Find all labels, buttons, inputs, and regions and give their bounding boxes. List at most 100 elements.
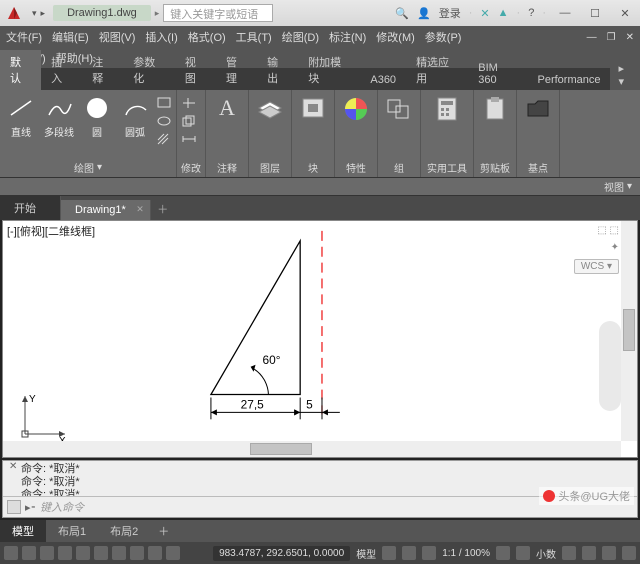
panel-label-block[interactable]: 块 <box>308 160 318 175</box>
sb-icon-f[interactable] <box>582 546 596 560</box>
panel-label-group[interactable]: 组 <box>394 160 404 175</box>
sb-trans-icon[interactable] <box>148 546 162 560</box>
ribbon-tab-featured[interactable]: 精选应用 <box>406 50 468 90</box>
menu-insert[interactable]: 插入(I) <box>145 29 177 45</box>
panel-label-layer[interactable]: 图层 <box>260 160 280 175</box>
layout-tab-1[interactable]: 布局1 <box>46 520 98 542</box>
doc-minimize-button[interactable]: — <box>587 32 597 43</box>
sb-menu-icon[interactable] <box>622 546 636 560</box>
draw-extra-tools[interactable] <box>156 94 172 146</box>
menu-edit[interactable]: 编辑(E) <box>52 29 89 45</box>
layout-tab-2[interactable]: 布局2 <box>98 520 150 542</box>
sb-icon-g[interactable] <box>602 546 616 560</box>
layout-tab-new[interactable]: ＋ <box>150 520 177 542</box>
ribbon-tab-perf[interactable]: Performance <box>528 70 611 90</box>
sb-icon-d[interactable] <box>516 546 530 560</box>
tool-polyline[interactable]: 多段线 <box>42 94 76 139</box>
tool-circle[interactable]: 圆 <box>80 94 114 139</box>
menu-tools[interactable]: 工具(T) <box>236 29 272 45</box>
modify-tools[interactable] <box>181 94 197 146</box>
sb-polar-icon[interactable] <box>58 546 72 560</box>
panel-label-clip[interactable]: 剪贴板 <box>480 160 510 175</box>
cmd-prompt-icon[interactable] <box>7 500 21 514</box>
ribbon-tab-default[interactable]: 默认 <box>0 50 41 90</box>
panel-label-base[interactable]: 基点 <box>528 160 548 175</box>
stretch-icon[interactable] <box>181 132 197 146</box>
cmd-close-icon[interactable]: ✕ <box>9 461 17 472</box>
maximize-button[interactable]: ☐ <box>580 3 610 23</box>
panel-label-annot[interactable]: 注释 <box>217 160 237 175</box>
sb-cycle-icon[interactable] <box>166 546 180 560</box>
sb-icon-c[interactable] <box>422 546 436 560</box>
sb-snap-icon[interactable] <box>22 546 36 560</box>
tool-text[interactable]: A <box>210 94 244 122</box>
menu-format[interactable]: 格式(O) <box>188 29 226 45</box>
hatch-icon[interactable] <box>156 132 172 146</box>
help-icon[interactable]: ? <box>528 7 534 19</box>
ribbon-tab-insert[interactable]: 插入 <box>41 50 82 90</box>
ribbon-tab-view[interactable]: 视图 <box>175 50 216 90</box>
ribbon-tab-output[interactable]: 输出 <box>257 50 298 90</box>
scrollbar-horizontal[interactable] <box>3 441 621 457</box>
tool-block[interactable] <box>296 94 330 124</box>
qat-chevron-icon[interactable]: ▸ <box>155 8 160 19</box>
close-button[interactable]: ✕ <box>610 3 640 23</box>
panel-label-draw[interactable]: 绘图 <box>74 160 94 175</box>
close-icon[interactable]: ✕ <box>136 204 144 215</box>
menu-draw[interactable]: 绘图(D) <box>282 29 319 45</box>
navigation-bar[interactable] <box>599 321 621 411</box>
compass-icon[interactable]: ✦ <box>611 242 619 253</box>
tool-clipboard[interactable] <box>478 94 512 124</box>
doc-tab-current[interactable]: Drawing1*✕ <box>61 200 151 220</box>
tool-utilities[interactable] <box>425 94 469 124</box>
sb-ortho-icon[interactable] <box>40 546 54 560</box>
ribbon-tab-annot[interactable]: 注释 <box>82 50 123 90</box>
a360-icon[interactable]: ▲ <box>498 7 509 19</box>
panel-label-util[interactable]: 实用工具 <box>427 160 467 175</box>
doc-tab-new[interactable]: ＋ <box>151 201 175 220</box>
tool-arc[interactable]: 圆弧 <box>118 94 152 139</box>
search-icon[interactable]: 🔍 <box>395 7 409 20</box>
ellipse-icon[interactable] <box>156 114 172 128</box>
ribbon-tab-param[interactable]: 参数化 <box>123 50 175 90</box>
doc-close-button[interactable]: ✕ <box>626 32 634 43</box>
sb-osnap-icon[interactable] <box>76 546 90 560</box>
rect-icon[interactable] <box>156 96 172 110</box>
sb-icon-b[interactable] <box>402 546 416 560</box>
sb-lwt-icon[interactable] <box>130 546 144 560</box>
quick-access-toolbar[interactable]: ▾▸ <box>28 8 49 19</box>
sb-grid-icon[interactable] <box>4 546 18 560</box>
viewport-label[interactable]: [-][俯视][二维线框] <box>7 223 95 239</box>
sb-units[interactable]: 小数 <box>536 546 556 561</box>
panel-label-view[interactable]: 视图 <box>604 179 624 194</box>
ribbon-scroll-icon[interactable]: ▸ ▾ <box>610 60 640 90</box>
ribbon-tab-bim360[interactable]: BIM 360 <box>468 58 527 90</box>
ribbon-tab-manage[interactable]: 管理 <box>216 50 257 90</box>
login-link[interactable]: 登录 <box>439 5 461 21</box>
menu-file[interactable]: 文件(F) <box>6 29 42 45</box>
panel-label-prop[interactable]: 特性 <box>346 160 366 175</box>
search-input[interactable]: 键入关键字或短语 <box>163 4 273 22</box>
app-logo[interactable] <box>4 3 24 23</box>
doc-tab-start[interactable]: 开始 <box>0 196 61 220</box>
tool-group[interactable] <box>382 94 416 124</box>
viewcube-icon[interactable]: ⬚ ⬚ <box>597 225 619 236</box>
ribbon-tab-a360[interactable]: A360 <box>360 70 406 90</box>
copy-icon[interactable] <box>181 114 197 128</box>
sb-model-label[interactable]: 模型 <box>356 546 376 561</box>
panel-label-modify[interactable]: 修改 <box>181 160 201 175</box>
minimize-button[interactable]: — <box>550 3 580 23</box>
doc-restore-button[interactable]: ❐ <box>607 32 616 43</box>
move-icon[interactable] <box>181 96 197 110</box>
ribbon-tab-addons[interactable]: 附加模块 <box>298 50 360 90</box>
menu-param[interactable]: 参数(P) <box>425 29 462 45</box>
sb-gear-icon[interactable] <box>496 546 510 560</box>
exchange-icon[interactable]: ✕ <box>480 7 489 20</box>
sb-icon-e[interactable] <box>562 546 576 560</box>
wcs-button[interactable]: WCS ▾ <box>574 259 619 274</box>
menu-modify[interactable]: 修改(M) <box>376 29 415 45</box>
ucs-icon[interactable]: XY <box>17 392 67 447</box>
tool-line[interactable]: 直线 <box>4 94 38 139</box>
drawing-canvas[interactable]: [-][俯视][二维线框] ⬚ ⬚ ✦ WCS ▾ 60° 27,5 5 XY <box>2 220 638 458</box>
layout-tab-model[interactable]: 模型 <box>0 520 46 542</box>
